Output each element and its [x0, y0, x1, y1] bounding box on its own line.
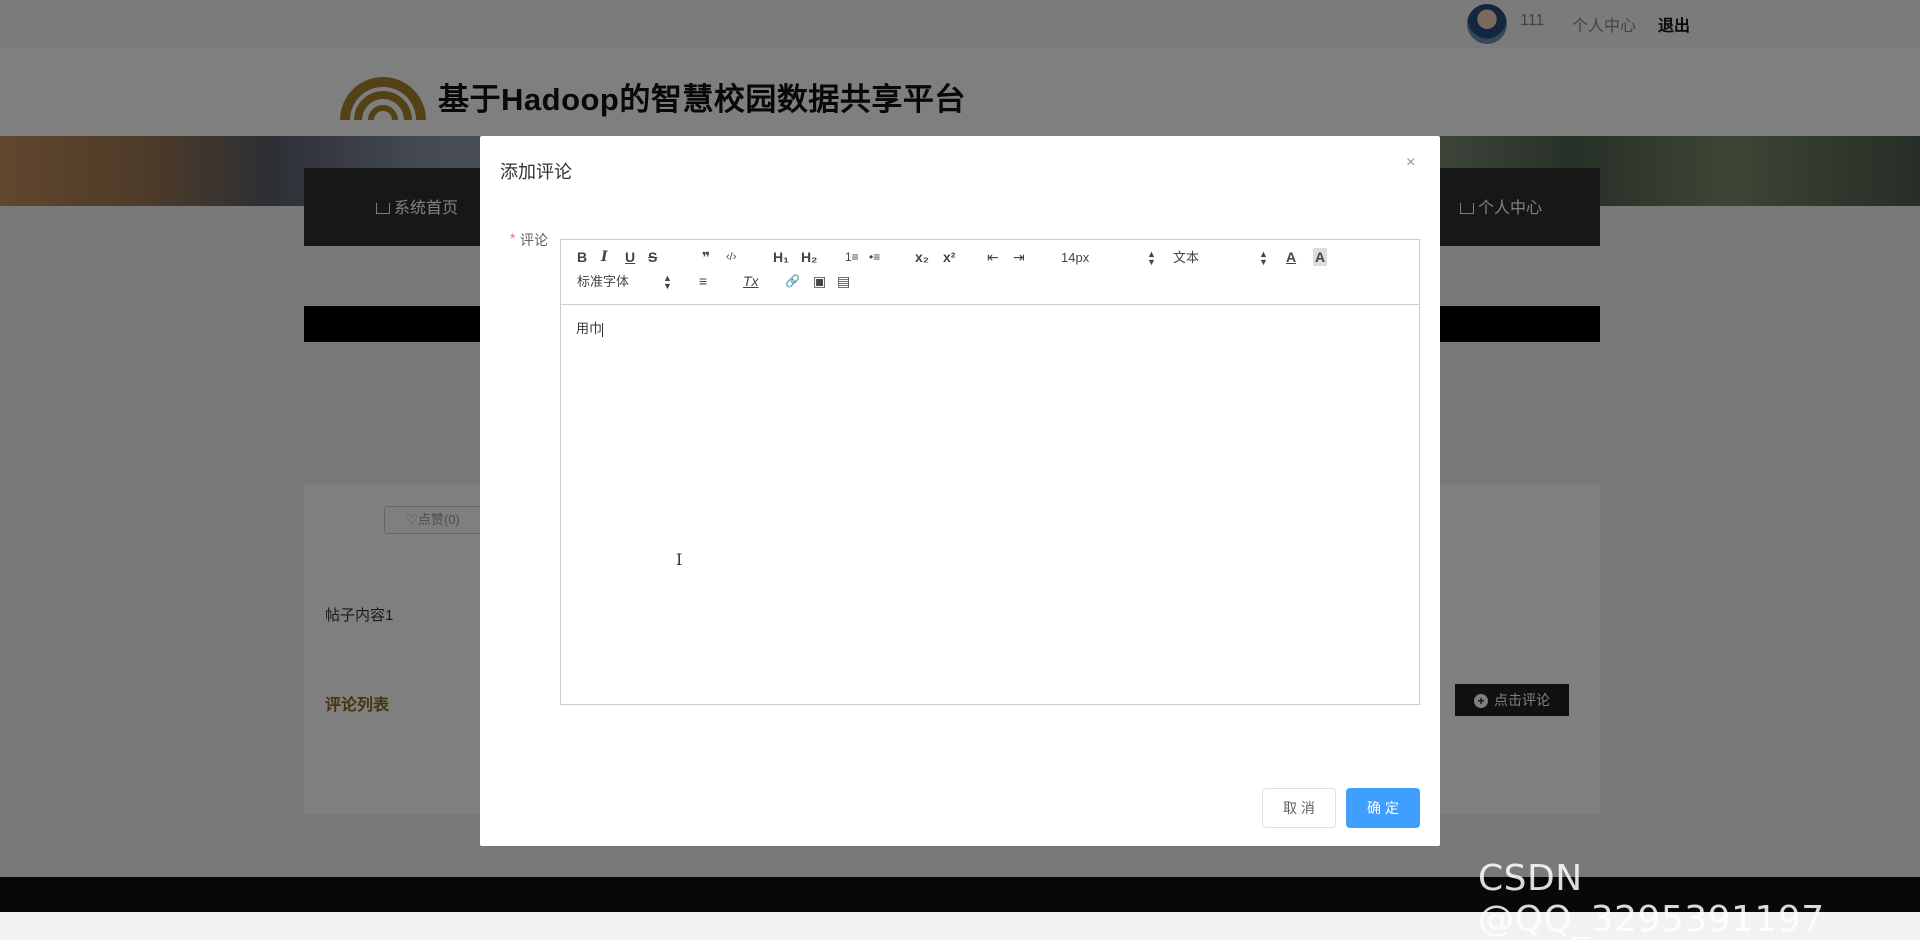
confirm-button[interactable]: 确 定	[1346, 788, 1420, 828]
ordered-list-icon[interactable]: 1≡	[845, 248, 859, 266]
rich-text-editor: B I U S ❞ ‹/› H₁ H₂ 1≡ •≡ x₂ x² ⇤ ⇥ 14px…	[560, 239, 1420, 705]
align-icon[interactable]: ≡	[699, 272, 707, 290]
comment-editor-area[interactable]: 用巾	[576, 318, 604, 337]
picker-arrow-icon: ▲ ▼	[1147, 249, 1156, 267]
underline-icon[interactable]: U	[625, 248, 635, 266]
close-icon[interactable]: ×	[1406, 154, 1415, 172]
header-value: 文本	[1173, 250, 1200, 265]
font-size-value: 14px	[1061, 250, 1090, 265]
outdent-icon[interactable]: ⇤	[987, 248, 999, 266]
strike-icon[interactable]: S	[648, 248, 657, 266]
video-icon[interactable]: ▤	[837, 272, 850, 290]
subscript-icon[interactable]: x₂	[915, 248, 929, 266]
h1-icon[interactable]: H₁	[773, 248, 789, 266]
image-icon[interactable]: ▣	[813, 272, 826, 290]
indent-icon[interactable]: ⇥	[1013, 248, 1025, 266]
text-cursor-icon: I	[676, 550, 683, 569]
superscript-icon[interactable]: x²	[943, 248, 955, 266]
code-icon[interactable]: ‹/›	[726, 248, 736, 266]
required-mark: *	[510, 230, 516, 246]
font-size-picker[interactable]: 14px ▲ ▼	[1061, 249, 1156, 267]
h2-icon[interactable]: H₂	[801, 248, 817, 266]
italic-icon[interactable]: I	[601, 248, 608, 266]
add-comment-dialog: 添加评论 × * 评论 B I U S ❞ ‹/› H₁ H₂ 1≡ •≡ x₂…	[480, 136, 1440, 846]
text-caret	[602, 322, 604, 337]
bullet-list-icon[interactable]: •≡	[869, 248, 880, 266]
blockquote-icon[interactable]: ❞	[702, 248, 710, 266]
text-color-icon[interactable]: A	[1286, 248, 1296, 266]
comment-field-label: 评论	[520, 232, 548, 248]
dialog-title: 添加评论	[500, 162, 572, 182]
clean-format-icon[interactable]: Tx	[743, 272, 759, 290]
watermark: CSDN @QQ_3295391197	[1478, 858, 1825, 940]
picker-arrow-icon: ▲ ▼	[1259, 249, 1268, 267]
header-picker[interactable]: 文本 ▲ ▼	[1173, 249, 1268, 267]
cancel-button[interactable]: 取 消	[1262, 788, 1336, 828]
picker-arrow-icon: ▲ ▼	[663, 273, 672, 291]
bold-icon[interactable]: B	[577, 248, 587, 266]
font-family-value: 标准字体	[577, 274, 630, 289]
link-icon[interactable]: 🔗	[785, 272, 800, 290]
editor-text: 用巾	[576, 321, 603, 336]
background-color-icon[interactable]: A	[1313, 248, 1328, 266]
editor-toolbar: B I U S ❞ ‹/› H₁ H₂ 1≡ •≡ x₂ x² ⇤ ⇥ 14px…	[561, 240, 1419, 305]
font-family-picker[interactable]: 标准字体 ▲ ▼	[577, 273, 672, 291]
